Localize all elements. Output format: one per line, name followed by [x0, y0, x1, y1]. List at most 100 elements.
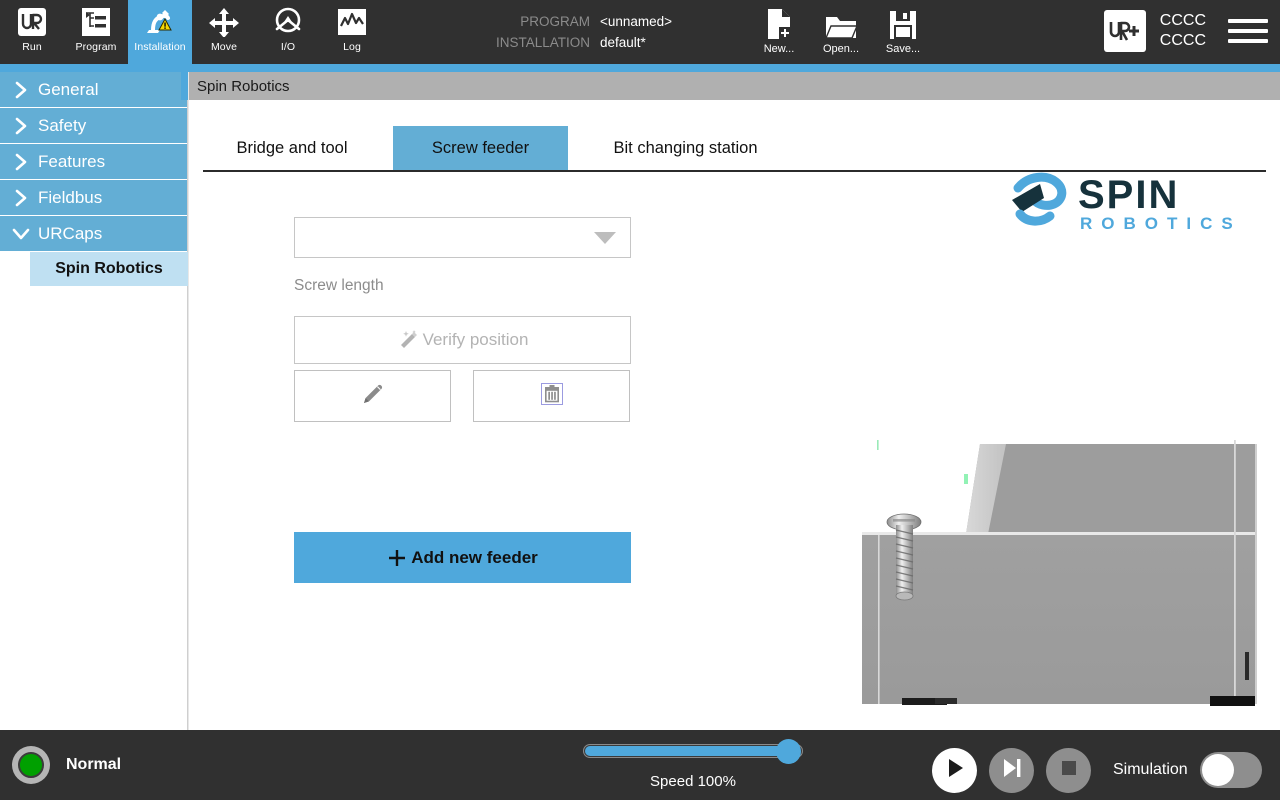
sidebar-item-general[interactable]: General	[0, 72, 187, 108]
chevron-right-icon	[10, 189, 32, 207]
pencil-edit-icon	[360, 381, 386, 412]
meta-row-installation: INSTALLATION default*	[487, 32, 757, 53]
magic-wand-icon	[397, 328, 421, 352]
stop-button[interactable]	[1046, 748, 1091, 793]
nav-label: I/O	[280, 41, 296, 53]
chevron-down-icon	[10, 226, 32, 242]
sidebar-item-features[interactable]: Features	[0, 144, 187, 180]
file-label: New...	[763, 43, 795, 55]
nav-item-installation[interactable]: Installation	[128, 0, 192, 64]
speed-control: Speed 100%	[583, 739, 803, 790]
step-button[interactable]	[989, 748, 1034, 793]
nav-label: Log	[343, 41, 361, 53]
simulation-label: Simulation	[1113, 761, 1188, 778]
tab-screw-feeder[interactable]: Screw feeder	[393, 126, 568, 170]
add-new-feeder-button[interactable]: Add new feeder	[294, 532, 631, 583]
meta-value: default*	[600, 35, 646, 50]
chevron-down-icon	[594, 231, 616, 244]
stop-icon	[1060, 759, 1078, 782]
new-file-icon	[765, 5, 793, 40]
verify-position-button[interactable]: Verify position	[294, 316, 631, 364]
meta-key: INSTALLATION	[495, 35, 590, 50]
tab-label: Bridge and tool	[236, 138, 348, 157]
chevron-right-icon	[10, 81, 32, 99]
main-nav: Run Program Installation Move I/O Log	[0, 0, 384, 64]
tab-label: Screw feeder	[431, 138, 530, 157]
open-button[interactable]: Open...	[810, 5, 872, 55]
account-label: CCCC CCCC	[1160, 11, 1206, 51]
step-icon	[1001, 757, 1023, 784]
sidebar-item-urcaps[interactable]: URCaps	[0, 216, 187, 252]
trash-delete-icon	[539, 381, 565, 412]
play-icon	[945, 757, 965, 784]
body-region: General Safety Features Fieldbus URCaps …	[0, 72, 1280, 730]
sidebar-sub-label: Spin Robotics	[55, 260, 163, 277]
spin-robotics-logo: SPIN ROBOTICS	[1006, 166, 1268, 243]
urplus-icon[interactable]	[1103, 10, 1146, 52]
account-line-1: CCCC	[1159, 12, 1206, 29]
open-folder-icon	[825, 5, 857, 40]
io-gauge-icon	[268, 5, 308, 39]
hamburger-menu-icon[interactable]	[1228, 11, 1268, 51]
header-accent-strip	[0, 64, 1280, 72]
speed-label: Speed 100%	[650, 773, 736, 790]
sidebar-item-fieldbus[interactable]: Fieldbus	[0, 180, 187, 216]
bottom-status-bar: Normal Speed 100% Simulation	[0, 730, 1280, 800]
delete-feeder-button[interactable]	[473, 370, 630, 422]
panel-title-bar: Spin Robotics	[181, 72, 1280, 100]
verify-position-label: Verify position	[422, 330, 529, 349]
nav-label: Run	[22, 41, 42, 53]
screw-length-dropdown[interactable]	[294, 217, 631, 258]
top-header-bar: Run Program Installation Move I/O Log PR…	[0, 0, 1280, 64]
content-panel: Spin Robotics Bridge and tool Screw feed…	[181, 72, 1280, 732]
nav-item-io[interactable]: I/O	[256, 0, 320, 64]
tab-label: Bit changing station	[613, 138, 758, 157]
simulation-toggle[interactable]	[1199, 752, 1262, 788]
nav-item-run[interactable]: Run	[0, 0, 64, 64]
speed-slider[interactable]	[583, 739, 803, 764]
ur-teach-pendant-screen: Run Program Installation Move I/O Log PR…	[0, 0, 1280, 800]
simulation-toggle-knob	[1201, 754, 1234, 786]
meta-key: PROGRAM	[520, 14, 590, 29]
feeder-actions	[294, 370, 630, 422]
robot-state-label: Normal	[66, 756, 122, 773]
nav-label: Program	[75, 41, 117, 53]
nav-label: Installation	[134, 41, 186, 53]
sidebar-item-safety[interactable]: Safety	[0, 108, 187, 144]
screw-length-label: Screw length	[294, 277, 384, 294]
file-actions: New... Open... Save...	[748, 5, 934, 55]
screw-feeder-panel: SPIN ROBOTICS Screw length Verify positi…	[189, 172, 1280, 732]
sidebar-item-spin-robotics[interactable]: Spin Robotics	[30, 252, 188, 286]
log-waveform-icon	[332, 5, 372, 39]
add-new-feeder-label: Add new feeder	[411, 547, 538, 567]
chevron-right-icon	[10, 153, 32, 171]
header-right-group: CCCC CCCC	[1103, 10, 1268, 52]
robot-status[interactable]: Normal	[12, 746, 121, 784]
sidebar-item-label: URCaps	[38, 223, 103, 243]
transport-controls	[932, 748, 1091, 793]
speed-slider-knob[interactable]	[776, 739, 801, 764]
page-title: Spin Robotics	[197, 77, 290, 95]
move-arrows-icon	[204, 5, 244, 39]
nav-item-move[interactable]: Move	[192, 0, 256, 64]
simulation-control: Simulation	[1113, 752, 1262, 788]
tab-bridge-and-tool[interactable]: Bridge and tool	[203, 126, 381, 170]
title-accent-bar	[181, 72, 188, 100]
status-led	[18, 752, 44, 778]
nav-item-log[interactable]: Log	[320, 0, 384, 64]
save-button[interactable]: Save...	[872, 5, 934, 55]
meta-value: <unnamed>	[600, 14, 673, 29]
edit-feeder-button[interactable]	[294, 370, 451, 422]
status-led-ring	[12, 746, 50, 784]
ur-logo-icon	[12, 5, 52, 39]
file-label: Open...	[822, 43, 860, 55]
account-line-2: CCCC	[1159, 32, 1206, 49]
installation-sidebar: General Safety Features Fieldbus URCaps …	[0, 72, 188, 730]
sidebar-item-label: General	[38, 79, 99, 99]
logo-wordmark: SPIN	[1078, 173, 1179, 217]
play-button[interactable]	[932, 748, 977, 793]
nav-item-program[interactable]: Program	[64, 0, 128, 64]
chevron-right-icon	[10, 117, 32, 135]
new-button[interactable]: New...	[748, 5, 810, 55]
tab-bit-changing-station[interactable]: Bit changing station	[578, 126, 793, 170]
